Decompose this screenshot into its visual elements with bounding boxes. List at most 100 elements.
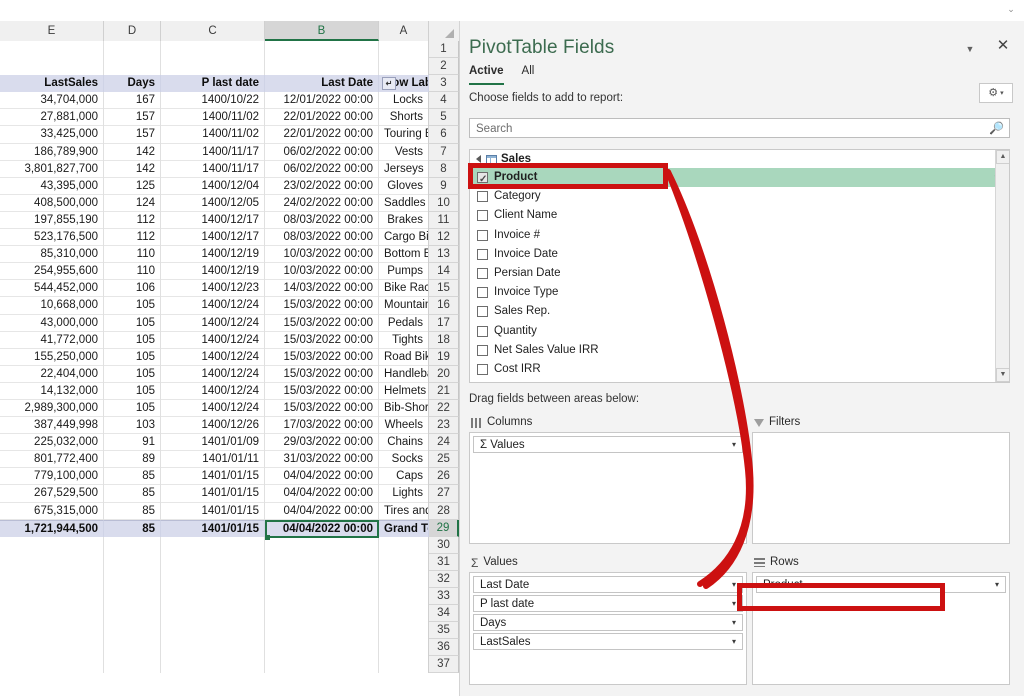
cell-lastsales[interactable]: 779,100,000 <box>0 468 104 486</box>
chevron-down-icon[interactable]: ▾ <box>732 615 736 631</box>
field-item-invoice[interactable]: Invoice # <box>470 226 1009 245</box>
cell-days[interactable]: 125 <box>104 177 161 195</box>
cell-days[interactable] <box>104 553 161 571</box>
chevron-down-icon[interactable]: ▾ <box>732 437 736 453</box>
row-header-9[interactable]: 9 <box>429 177 459 195</box>
cell-rowlabel[interactable]: Caps <box>379 468 429 486</box>
cell-plastdate[interactable] <box>161 41 265 59</box>
checkbox-icon[interactable] <box>477 363 488 375</box>
checkbox-icon[interactable] <box>477 344 488 356</box>
cell-rowlabel[interactable]: Vests <box>379 143 429 161</box>
cell-rowlabel[interactable]: Cargo Bike <box>379 229 429 247</box>
cell-lastsales[interactable] <box>0 41 104 59</box>
cell-lastdate[interactable]: 15/03/2022 00:00 <box>265 382 379 400</box>
cell-rowlabel[interactable]: Handlebars <box>379 365 429 383</box>
area-columns-body[interactable]: Σ Values ▾ <box>469 432 747 544</box>
row-header-29[interactable]: 29 <box>429 519 459 537</box>
cell-rowlabel[interactable]: Wheels <box>379 417 429 435</box>
cell-lastsales[interactable]: 2,989,300,000 <box>0 399 104 418</box>
row-header-28[interactable]: 28 <box>429 502 459 520</box>
cell-plastdate[interactable]: 1400/12/23 <box>161 280 265 298</box>
row-header-5[interactable]: 5 <box>429 109 459 127</box>
column-header-D[interactable]: D <box>104 21 161 41</box>
cell-lastsales[interactable]: 14,132,000 <box>0 382 104 400</box>
cell-plastdate[interactable]: 1401/01/15 <box>161 519 265 537</box>
cell-plastdate[interactable] <box>161 622 265 640</box>
cell-lastsales[interactable]: 43,000,000 <box>0 314 104 332</box>
cell-rowlabel[interactable]: Tights <box>379 331 429 349</box>
cell-days[interactable]: 85 <box>104 485 161 503</box>
cell-lastsales[interactable]: 10,668,000 <box>0 297 104 315</box>
cell-rowlabel[interactable]: Socks <box>379 451 429 469</box>
cell-rowlabel[interactable]: Gloves <box>379 177 429 195</box>
row-header-27[interactable]: 27 <box>429 485 459 503</box>
row-header-31[interactable]: 31 <box>429 553 459 571</box>
cell-rowlabel[interactable]: Grand Total <box>379 519 429 537</box>
cell-lastsales[interactable] <box>0 639 104 657</box>
cell-plastdate[interactable]: 1400/12/19 <box>161 263 265 281</box>
values-pill-days[interactable]: Days ▾ <box>473 614 743 631</box>
cell-lastdate[interactable]: 29/03/2022 00:00 <box>265 434 379 452</box>
cell-days[interactable]: 105 <box>104 399 161 418</box>
chevron-down-icon[interactable]: ▾ <box>732 596 736 612</box>
cell-lastdate[interactable]: 04/04/2022 00:00 <box>265 468 379 486</box>
cell-plastdate[interactable]: 1401/01/15 <box>161 502 265 520</box>
cell-lastdate[interactable]: 04/04/2022 00:00 <box>265 519 379 537</box>
row-header-23[interactable]: 23 <box>429 417 459 435</box>
cell-lastdate[interactable]: 15/03/2022 00:00 <box>265 331 379 349</box>
field-table-node-sales[interactable]: Sales <box>470 150 1009 168</box>
checkbox-icon[interactable] <box>477 325 488 337</box>
row-header-25[interactable]: 25 <box>429 451 459 469</box>
cell-rowlabel[interactable]: Brakes <box>379 211 429 230</box>
cell-rowlabel[interactable] <box>379 622 429 640</box>
row-header-19[interactable]: 19 <box>429 348 459 366</box>
cell-rowlabel[interactable]: Locks <box>379 92 429 110</box>
field-item-product[interactable]: Product▾ <box>470 168 1009 189</box>
row-header-33[interactable]: 33 <box>429 588 459 606</box>
checkbox-icon[interactable] <box>477 248 488 260</box>
expand-triangle-icon[interactable] <box>476 155 481 163</box>
cell-plastdate[interactable] <box>161 605 265 623</box>
cell-days[interactable] <box>104 639 161 657</box>
cell-lastdate[interactable] <box>265 588 379 606</box>
cell-header-lastdate[interactable]: Last Date <box>265 75 379 93</box>
cell-days[interactable]: 85 <box>104 502 161 520</box>
cell-plastdate[interactable]: 1400/12/24 <box>161 365 265 383</box>
cell-plastdate[interactable]: 1400/12/24 <box>161 399 265 418</box>
cell-days[interactable]: 105 <box>104 331 161 349</box>
cell-plastdate[interactable]: 1400/12/26 <box>161 417 265 435</box>
cell-lastsales[interactable]: 225,032,000 <box>0 434 104 452</box>
cell-lastdate[interactable]: 12/01/2022 00:00 <box>265 92 379 110</box>
cell-days[interactable] <box>104 622 161 640</box>
cell-plastdate[interactable] <box>161 553 265 571</box>
cell-lastsales[interactable]: 186,789,900 <box>0 143 104 161</box>
cell-lastdate[interactable] <box>265 553 379 571</box>
cell-rowlabel[interactable] <box>379 570 429 588</box>
row-header-20[interactable]: 20 <box>429 365 459 383</box>
row-header-30[interactable]: 30 <box>429 536 459 554</box>
cell-lastdate[interactable] <box>265 622 379 640</box>
cell-plastdate[interactable]: 1400/11/17 <box>161 160 265 178</box>
cell-days[interactable]: 85 <box>104 468 161 486</box>
checkbox-icon[interactable] <box>477 191 488 203</box>
field-item-invoice-type[interactable]: Invoice Type <box>470 283 1009 302</box>
row-header-3[interactable]: 3 <box>429 75 459 93</box>
row-header-15[interactable]: 15 <box>429 280 459 298</box>
cell-lastsales[interactable]: 22,404,000 <box>0 365 104 383</box>
cell-rowlabel[interactable]: Tires and Tubes <box>379 502 429 520</box>
cell-lastdate[interactable]: 17/03/2022 00:00 <box>265 417 379 435</box>
cell-rowlabel[interactable]: Bottom Brackets <box>379 246 429 264</box>
row-header-12[interactable]: 12 <box>429 229 459 247</box>
cell-rowlabel[interactable]: Jerseys <box>379 160 429 178</box>
cell-rowlabel[interactable]: Pedals <box>379 314 429 332</box>
cell-days[interactable] <box>104 536 161 554</box>
cell-plastdate[interactable] <box>161 639 265 657</box>
cell-plastdate[interactable] <box>161 588 265 606</box>
values-pill-lastsales[interactable]: LastSales ▾ <box>473 633 743 650</box>
pane-collapse-chevron-icon[interactable]: ▼ <box>963 42 977 56</box>
cell-rowlabel[interactable]: Bib-Shorts <box>379 399 429 418</box>
row-header-22[interactable]: 22 <box>429 399 459 418</box>
cell-days[interactable]: 112 <box>104 229 161 247</box>
cell-lastsales[interactable]: 197,855,190 <box>0 211 104 230</box>
cell-days[interactable]: 157 <box>104 126 161 144</box>
